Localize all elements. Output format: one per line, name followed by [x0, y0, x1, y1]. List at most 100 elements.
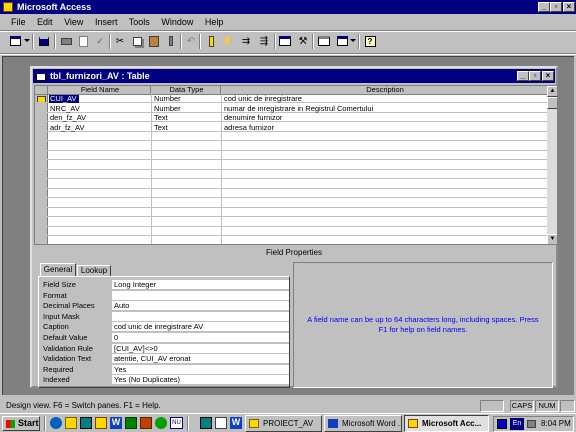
table-row[interactable] — [35, 181, 547, 189]
header-description[interactable]: Description — [222, 86, 547, 94]
data-type-cell[interactable]: Number — [153, 105, 219, 113]
property-value-field[interactable]: atentie, CUI_AV eronat — [112, 354, 289, 365]
table-row[interactable] — [35, 190, 547, 198]
grid-vertical-scrollbar[interactable]: ▲ ▼ — [547, 86, 557, 244]
minimize-button[interactable]: _ — [538, 2, 550, 12]
menu-edit[interactable]: Edit — [37, 17, 53, 27]
taskbar-item-access[interactable]: Microsoft Acc... — [404, 415, 489, 432]
desktop-icon[interactable] — [80, 417, 92, 429]
primary-key-icon[interactable] — [203, 33, 219, 49]
taskbar-item-word[interactable]: Microsoft Word ... — [324, 415, 402, 432]
scroll-thumb[interactable] — [547, 97, 557, 109]
taskbar-item-proiect[interactable]: PROIECT_AV — [245, 415, 322, 432]
access-shortcut-icon[interactable] — [95, 417, 107, 429]
table-minimize-button[interactable]: _ — [517, 71, 529, 81]
build-icon[interactable]: ⚒ — [295, 33, 311, 49]
data-type-cell[interactable]: Text — [153, 124, 219, 132]
print-icon[interactable] — [58, 33, 74, 49]
tray-app-icon[interactable] — [497, 419, 507, 429]
table-row[interactable] — [35, 152, 547, 160]
tray-shortcut-icon[interactable] — [200, 417, 212, 429]
table-row[interactable]: CUI_AV Number cod unic de inregistrare — [35, 95, 547, 103]
table-row[interactable] — [35, 162, 547, 170]
description-cell[interactable]: denumire furnizor — [223, 114, 543, 122]
field-name-cell[interactable]: NRC_AV — [49, 105, 149, 113]
outlook-icon[interactable] — [65, 417, 77, 429]
table-row[interactable] — [35, 219, 547, 227]
database-window-icon[interactable] — [316, 33, 332, 49]
table-row[interactable] — [35, 143, 547, 151]
view-design-icon[interactable] — [7, 33, 23, 49]
ie-icon[interactable] — [50, 417, 62, 429]
menu-window[interactable]: Window — [161, 17, 193, 27]
description-cell[interactable]: numar de inregistrare in Registrul Comer… — [223, 105, 543, 113]
table-window-icon[interactable] — [36, 71, 46, 81]
maximize-button[interactable]: ▫ — [550, 2, 562, 12]
scroll-up-button[interactable]: ▲ — [547, 86, 557, 97]
copy-icon[interactable] — [129, 33, 145, 49]
table-row[interactable] — [35, 133, 547, 141]
delete-rows-icon[interactable]: ⇶ — [256, 33, 272, 49]
undo-icon[interactable]: ↶ — [183, 33, 199, 49]
data-type-cell[interactable]: Text — [153, 114, 219, 122]
tab-lookup[interactable]: Lookup — [77, 265, 111, 276]
property-value-field[interactable]: cod unic de inregistrare AV — [112, 322, 289, 333]
property-value-field[interactable]: 0 — [112, 333, 289, 343]
table-row[interactable]: adr_fz_AV Text adresa furnizor — [35, 124, 547, 132]
insert-rows-icon[interactable]: ⇉ — [238, 33, 254, 49]
field-name-cell[interactable]: den_fz_AV — [49, 114, 149, 122]
description-cell[interactable]: cod unic de inregistrare — [223, 95, 543, 103]
property-value-field[interactable] — [112, 290, 289, 301]
header-field-name[interactable]: Field Name — [49, 86, 151, 94]
access-key-icon[interactable] — [3, 2, 13, 12]
help-icon[interactable]: ? — [362, 33, 378, 49]
word-shortcut-icon[interactable]: W — [110, 417, 122, 429]
property-value-field[interactable]: Yes (No Duplicates) — [112, 375, 289, 386]
messenger-icon[interactable] — [155, 417, 167, 429]
table-row[interactable]: NRC_AV Number numar de inregistrare in Reg… — [35, 105, 547, 113]
volume-icon[interactable] — [527, 420, 536, 428]
spelling-icon[interactable]: ✓ — [92, 33, 108, 49]
language-indicator[interactable]: En — [510, 418, 524, 430]
table-close-button[interactable]: × — [542, 71, 554, 81]
table-row[interactable] — [35, 171, 547, 179]
table-row[interactable]: den_fz_AV Text denumire furnizor — [35, 114, 547, 122]
cut-icon[interactable]: ✂ — [112, 33, 128, 49]
new-object-dropdown-icon[interactable] — [350, 39, 356, 42]
format-painter-icon[interactable] — [163, 33, 179, 49]
description-cell[interactable]: adresa furnizor — [223, 124, 543, 132]
excel-shortcut-icon[interactable] — [125, 417, 137, 429]
property-value-field[interactable]: [CUI_AV]<>0 — [112, 343, 289, 354]
property-value-field[interactable]: Auto — [112, 301, 289, 312]
table-row[interactable] — [35, 209, 547, 217]
table-maximize-button[interactable]: ▫ — [529, 71, 541, 81]
close-button[interactable]: × — [563, 2, 575, 12]
menu-file[interactable]: File — [11, 17, 26, 27]
property-value-field[interactable] — [112, 311, 289, 322]
save-icon[interactable] — [36, 33, 52, 49]
tab-general[interactable]: General — [40, 263, 76, 276]
properties-icon[interactable] — [277, 33, 293, 49]
new-object-icon[interactable] — [334, 33, 350, 49]
field-name-cell[interactable]: CUI_AV — [49, 95, 79, 103]
print-preview-icon[interactable] — [75, 33, 91, 49]
menu-view[interactable]: View — [64, 17, 83, 27]
table-row[interactable] — [35, 200, 547, 208]
field-name-cell[interactable]: adr_fz_AV — [49, 124, 149, 132]
word-shortcut-icon[interactable]: W — [230, 417, 242, 429]
menu-help[interactable]: Help — [205, 17, 224, 27]
table-row[interactable] — [35, 238, 547, 245]
clock[interactable]: 8:04 PM — [541, 418, 571, 430]
start-button[interactable]: Start — [2, 416, 40, 431]
nu-icon[interactable]: NU — [170, 417, 183, 429]
table-row[interactable] — [35, 228, 547, 236]
menu-tools[interactable]: Tools — [129, 17, 150, 27]
paste-icon[interactable] — [146, 33, 162, 49]
header-data-type[interactable]: Data Type — [152, 86, 221, 94]
view-dropdown-icon[interactable] — [24, 39, 30, 42]
indexes-icon[interactable]: ⚡ — [220, 33, 236, 49]
menu-insert[interactable]: Insert — [95, 17, 118, 27]
data-type-cell[interactable]: Number — [153, 95, 219, 103]
property-value-field[interactable]: Long Integer — [112, 280, 289, 290]
powerpoint-shortcut-icon[interactable] — [140, 417, 152, 429]
